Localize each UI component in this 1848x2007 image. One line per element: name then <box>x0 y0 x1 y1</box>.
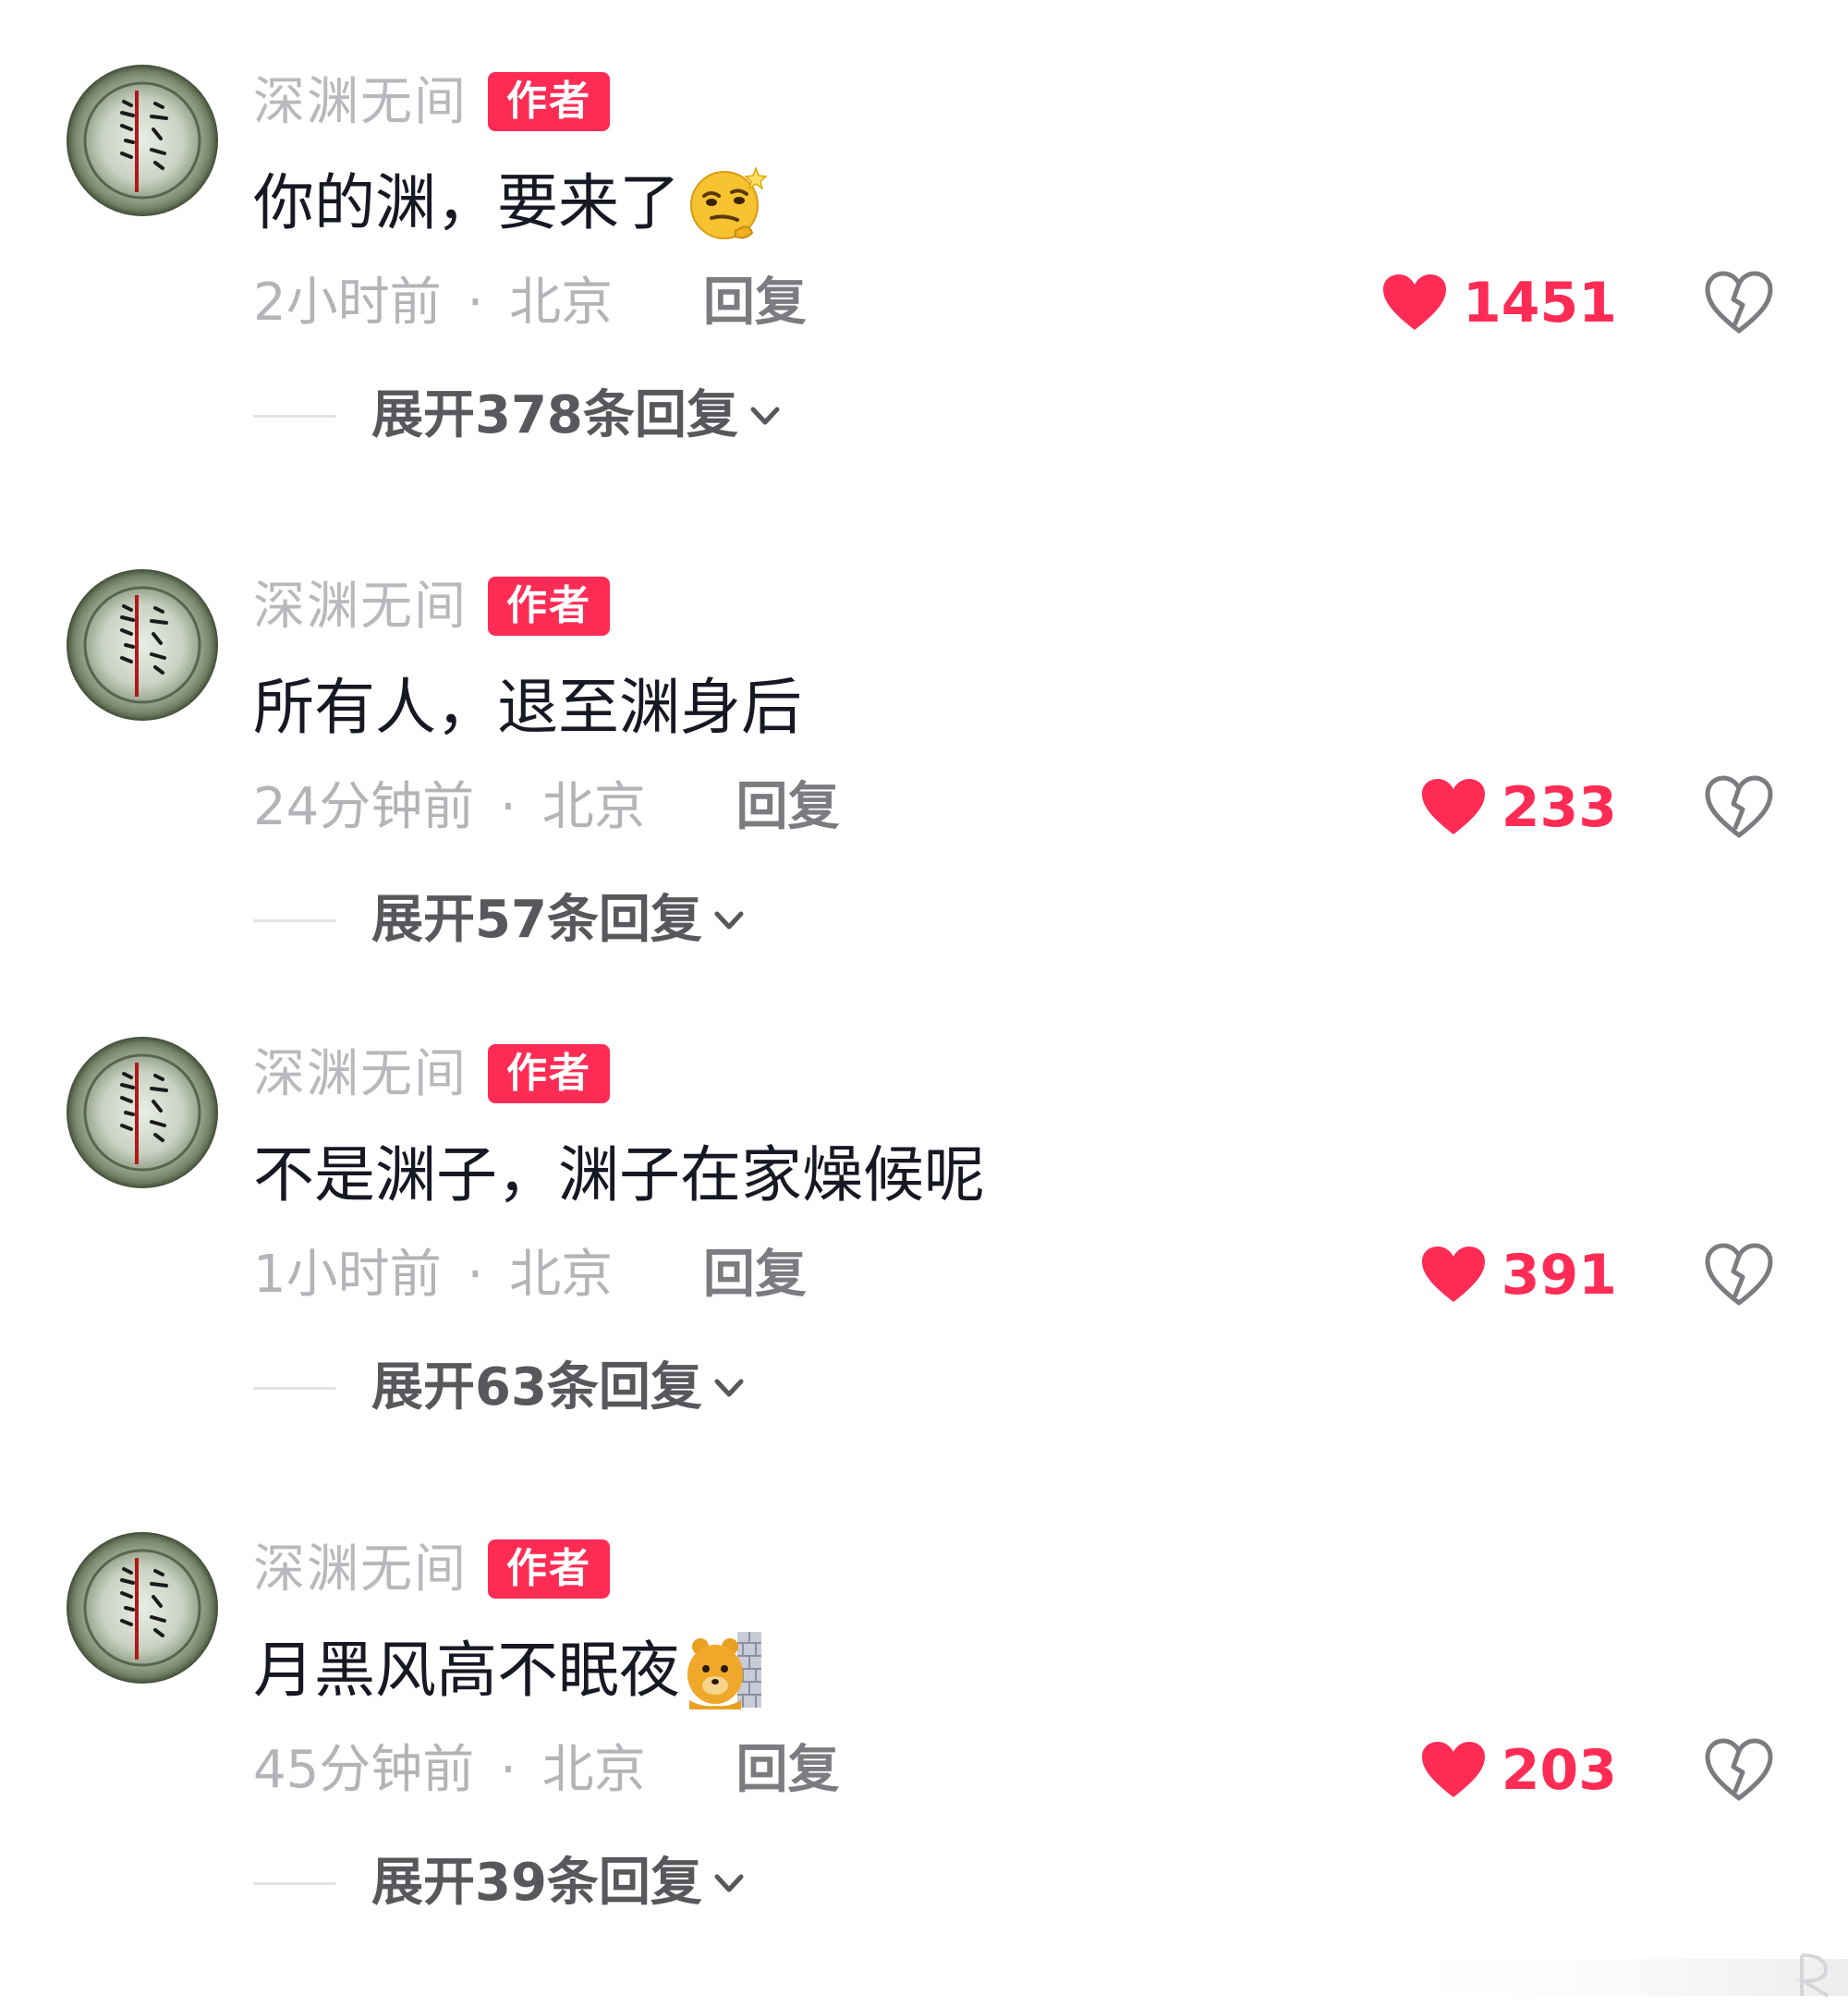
divider <box>253 1386 336 1390</box>
comment-item: 深渊无间 作者 月黑风高不眠夜 45分钟前 · 北京 回复 203 展开39条回… <box>0 1467 1848 1966</box>
comment-time: 24分钟前 <box>253 777 475 837</box>
like-count: 203 <box>1501 1738 1617 1803</box>
comment-time: 2小时前 <box>253 273 442 333</box>
divider <box>253 918 336 922</box>
avatar[interactable] <box>67 65 218 216</box>
author-badge: 作者 <box>488 577 610 636</box>
meta-separator: · <box>467 1245 484 1305</box>
avatar[interactable] <box>67 1037 218 1188</box>
avatar[interactable] <box>67 1532 218 1684</box>
comment-location: 北京 <box>541 777 646 837</box>
author-badge: 作者 <box>488 1044 610 1103</box>
broken-heart-icon[interactable] <box>1704 1737 1774 1804</box>
reply-button[interactable]: 回复 <box>736 1740 840 1800</box>
comment-meta: 24分钟前 · 北京 回复 <box>253 771 840 845</box>
comment-meta: 45分钟前 · 北京 回复 <box>253 1733 840 1807</box>
expand-replies[interactable]: 展开378条回复 <box>253 379 784 453</box>
meta-separator: · <box>467 273 484 333</box>
comment-text: 所有人，退至渊身后 <box>253 663 802 752</box>
comment-text: 不是渊子，渊子在家燥候呢 <box>253 1131 985 1220</box>
comment-item: 深渊无间 作者 所有人，退至渊身后 24分钟前 · 北京 回复 233 展开57… <box>0 505 1848 1004</box>
username[interactable]: 深渊无间 <box>253 65 468 140</box>
heart-icon <box>1421 779 1485 834</box>
reply-button[interactable]: 回复 <box>703 273 807 333</box>
comment-item: 深渊无间 作者 不是渊子，渊子在家燥候呢 1小时前 · 北京 回复 391 展开… <box>0 972 1848 1471</box>
comment-location: 北京 <box>541 1740 646 1800</box>
comment-body: 不是渊子，渊子在家燥候呢 <box>253 1139 985 1210</box>
comment-time: 45分钟前 <box>253 1740 475 1800</box>
heart-icon <box>1421 1742 1485 1797</box>
username[interactable]: 深渊无间 <box>253 1532 468 1608</box>
expand-replies-label: 展开57条回复 <box>371 890 702 950</box>
like-button[interactable]: 233 <box>1420 771 1617 845</box>
expand-replies[interactable]: 展开39条回复 <box>253 1846 748 1920</box>
like-count: 391 <box>1501 1243 1617 1308</box>
chevron-down-icon <box>714 1379 744 1397</box>
author-badge: 作者 <box>488 1539 610 1599</box>
like-button[interactable]: 391 <box>1420 1238 1617 1312</box>
meta-separator: · <box>500 777 517 837</box>
comment-meta: 1小时前 · 北京 回复 <box>253 1238 807 1312</box>
heart-icon <box>1383 274 1446 330</box>
username[interactable]: 深渊无间 <box>253 1037 468 1113</box>
chevron-down-icon <box>714 911 744 930</box>
comment-location: 北京 <box>509 1245 614 1305</box>
reply-button[interactable]: 回复 <box>736 777 840 837</box>
like-count: 233 <box>1501 775 1617 840</box>
username[interactable]: 深渊无间 <box>253 569 468 645</box>
reply-button[interactable]: 回复 <box>703 1245 807 1305</box>
divider <box>253 414 336 418</box>
broken-heart-icon[interactable] <box>1704 774 1774 841</box>
peeking-bear-wall-emoji-icon <box>687 1631 761 1709</box>
meta-separator: · <box>500 1740 517 1800</box>
author-badge: 作者 <box>488 72 610 131</box>
avatar[interactable] <box>67 569 218 721</box>
chevron-down-icon <box>714 1874 744 1892</box>
comment-text: 你的渊，要来了 <box>253 159 769 248</box>
comment-body: 月黑风高不眠夜 <box>253 1635 680 1706</box>
divider <box>253 1881 336 1885</box>
comment-text: 月黑风高不眠夜 <box>253 1626 769 1715</box>
expand-replies-label: 展开378条回复 <box>371 385 738 445</box>
expand-replies[interactable]: 展开63条回复 <box>253 1351 748 1425</box>
comment-body: 你的渊，要来了 <box>253 167 680 238</box>
comment-time: 1小时前 <box>253 1245 442 1305</box>
like-count: 1451 <box>1463 271 1617 335</box>
expand-replies-label: 展开39条回复 <box>371 1853 702 1913</box>
broken-heart-icon[interactable] <box>1704 270 1774 336</box>
heart-icon <box>1421 1247 1485 1302</box>
like-button[interactable]: 1451 <box>1381 266 1617 340</box>
like-button[interactable]: 203 <box>1420 1733 1617 1807</box>
comment-location: 北京 <box>509 273 614 333</box>
thinking-smirk-emoji-icon <box>690 165 768 239</box>
comment-item: 深渊无间 作者 你的渊，要来了 2小时前 · 北京 回复 1451 展开378条… <box>0 0 1848 499</box>
comment-body: 所有人，退至渊身后 <box>253 672 802 743</box>
comment-list: 深渊无间 作者 你的渊，要来了 2小时前 · 北京 回复 1451 展开378条… <box>0 0 1848 2007</box>
expand-replies[interactable]: 展开57条回复 <box>253 883 748 957</box>
comment-meta: 2小时前 · 北京 回复 <box>253 266 807 340</box>
broken-heart-icon[interactable] <box>1704 1242 1774 1308</box>
expand-replies-label: 展开63条回复 <box>371 1357 702 1417</box>
chevron-down-icon <box>750 407 780 425</box>
watermark-graphic <box>1368 1953 1848 1998</box>
